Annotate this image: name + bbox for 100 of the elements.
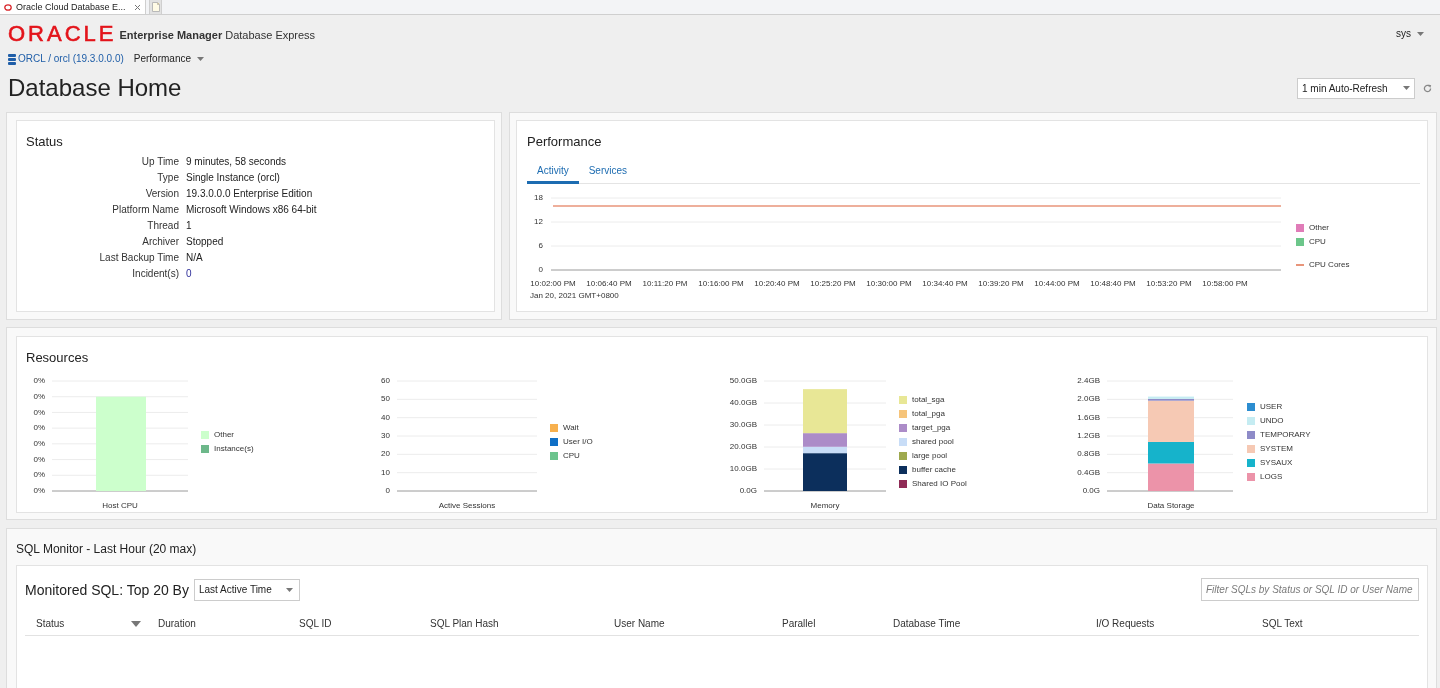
axis-tick-label: 60 (381, 376, 390, 386)
axis-tick-label: 0 (538, 265, 543, 275)
axis-tick-label: 0% (33, 407, 45, 417)
axis-category-label: Data Storage (1147, 501, 1195, 511)
axis-tick-label: 10:34:40 PM (922, 279, 968, 289)
tab[interactable]: Activity (527, 160, 579, 184)
axis-tick-label: 0.0G (739, 486, 757, 496)
axis-tick-label: 0% (33, 376, 45, 386)
legend-label: Wait (563, 423, 579, 433)
field-value: 19.3.0.0.0 Enterprise Edition (186, 187, 313, 201)
axis-tick-label: 10:58:00 PM (1202, 279, 1248, 289)
axis-tick-label: 30.0GB (729, 420, 757, 430)
incident-link[interactable]: 0 (186, 266, 192, 282)
field-value: N/A (186, 251, 203, 265)
axis-tick-label: 2.0GB (1077, 394, 1100, 404)
legend-label: CPU (1309, 237, 1326, 247)
browser-tab[interactable]: Oracle Cloud Database E... (0, 0, 146, 14)
database-link[interactable]: ORCL / orcl (19.3.0.0.0) (8, 53, 124, 65)
filter-field[interactable]: Filter SQLs by Status or SQL ID or User Name (1201, 578, 1419, 601)
field-label: Thread (146, 219, 179, 233)
legend-label: CPU (563, 451, 580, 461)
caret-icon[interactable] (131, 620, 141, 627)
legend-label: TEMPORARY (1260, 430, 1311, 440)
axis-tick-label: 10 (381, 467, 390, 477)
axis-tick-label: 0% (33, 391, 45, 401)
refresh-select[interactable]: 1 min Auto-Refresh (1297, 77, 1415, 99)
axis-tick-label: 18 (534, 193, 543, 203)
axis-category-label: Memory (810, 501, 840, 511)
field-label: Platform Name (111, 203, 179, 217)
bar-segment (1148, 463, 1194, 491)
axis-tick-label: 50.0GB (729, 376, 757, 386)
axis-tick-label: 6 (538, 241, 543, 251)
axis-tick-label: 0% (33, 454, 45, 464)
tab[interactable]: Services (578, 160, 638, 184)
close-icon[interactable] (134, 3, 141, 11)
axis-tick-label: 20.0GB (729, 442, 757, 452)
legend-label: Instance(s) (214, 444, 254, 454)
axis-tick-label: 0% (33, 470, 45, 480)
axis-tick-label: 0.8GB (1077, 449, 1100, 459)
legend-label: UNDO (1260, 416, 1284, 426)
oracle-logo: ORACLE (8, 22, 117, 45)
axis-tick-label: 10:02:00 PM (530, 279, 576, 289)
axis-tick-label: 0% (33, 438, 45, 448)
axis-tick-label: 30 (381, 431, 390, 441)
legend-label: total_sga (912, 395, 945, 405)
axis-tick-label: 10:06:40 PM (586, 279, 632, 289)
field-label: Version (144, 187, 179, 201)
column-header: SQL Plan Hash (430, 617, 499, 631)
axis-category-label: Host CPU (102, 501, 138, 511)
axis-tick-label: 10:48:40 PM (1090, 279, 1136, 289)
axis-tick-label: 0.0G (1082, 486, 1100, 496)
axis-tick-label: 10:25:20 PM (810, 279, 856, 289)
legend-label: Other (214, 430, 234, 440)
axis-tick-label: 1.2GB (1077, 431, 1100, 441)
card-title: Resources (26, 350, 90, 366)
axis-tick-label: 10:30:00 PM (866, 279, 912, 289)
axis-tick-label: 40.0GB (729, 398, 757, 408)
product-name: Enterprise Manager Database Express (119, 27, 316, 43)
field-label: Archiver (141, 235, 179, 249)
database-icon (8, 53, 16, 65)
field-label: Incident(s) (131, 267, 179, 281)
column-header: Duration (158, 617, 196, 631)
field-label: Type (156, 171, 179, 185)
refresh-icon[interactable] (1423, 83, 1432, 93)
axis-tick-label: 1.6GB (1077, 412, 1100, 422)
axis-tick-label: 10:20:40 PM (754, 279, 800, 289)
monitored-sql-heading: Monitored SQL: Top 20 By (25, 582, 189, 597)
legend-label: User I/O (563, 437, 593, 447)
field-label: Last Backup Time (98, 251, 179, 265)
axis-tick-label: 0% (33, 486, 45, 496)
legend-label: LOGS (1260, 472, 1283, 482)
axis-tick-label: 50 (381, 394, 390, 404)
column-header: SQL Text (1262, 617, 1303, 631)
axis-tick-label: 20 (381, 449, 390, 459)
legend-label: total_pga (912, 409, 945, 419)
card-title: Performance (527, 134, 603, 150)
page-title: Database Home (8, 76, 182, 100)
axis-tick-label: 10:44:00 PM (1034, 279, 1080, 289)
field-value: Single Instance (orcl) (186, 171, 280, 185)
field-value: Stopped (186, 235, 224, 249)
axis-tick-label: 12 (534, 217, 543, 227)
field-value: 1 (186, 219, 192, 233)
sort-select[interactable]: Last Active Time (193, 578, 300, 601)
legend-label: CPU Cores (1309, 260, 1350, 270)
axis-tick-label: 10:39:20 PM (978, 279, 1024, 289)
axis-tick-label: 10:11:20 PM (642, 279, 688, 289)
ring-icon (4, 3, 12, 11)
legend-label: SYSAUX (1260, 458, 1293, 468)
legend-label: buffer cache (912, 465, 956, 475)
user-menu[interactable]: sys (1396, 26, 1424, 41)
field-value: Microsoft Windows x86 64-bit (186, 203, 317, 217)
legend-label: USER (1260, 402, 1283, 412)
column-header: SQL ID (299, 617, 332, 631)
performance-menu[interactable]: Performance (133, 54, 205, 64)
axis-tick-label: 10.0GB (729, 464, 757, 474)
legend-label: shared pool (912, 437, 954, 447)
field-value: 9 minutes, 58 seconds (186, 155, 287, 169)
axis-tick-label: 2.4GB (1077, 376, 1100, 386)
axis-tick-label: 0 (385, 486, 390, 496)
caret-icon (197, 57, 205, 61)
